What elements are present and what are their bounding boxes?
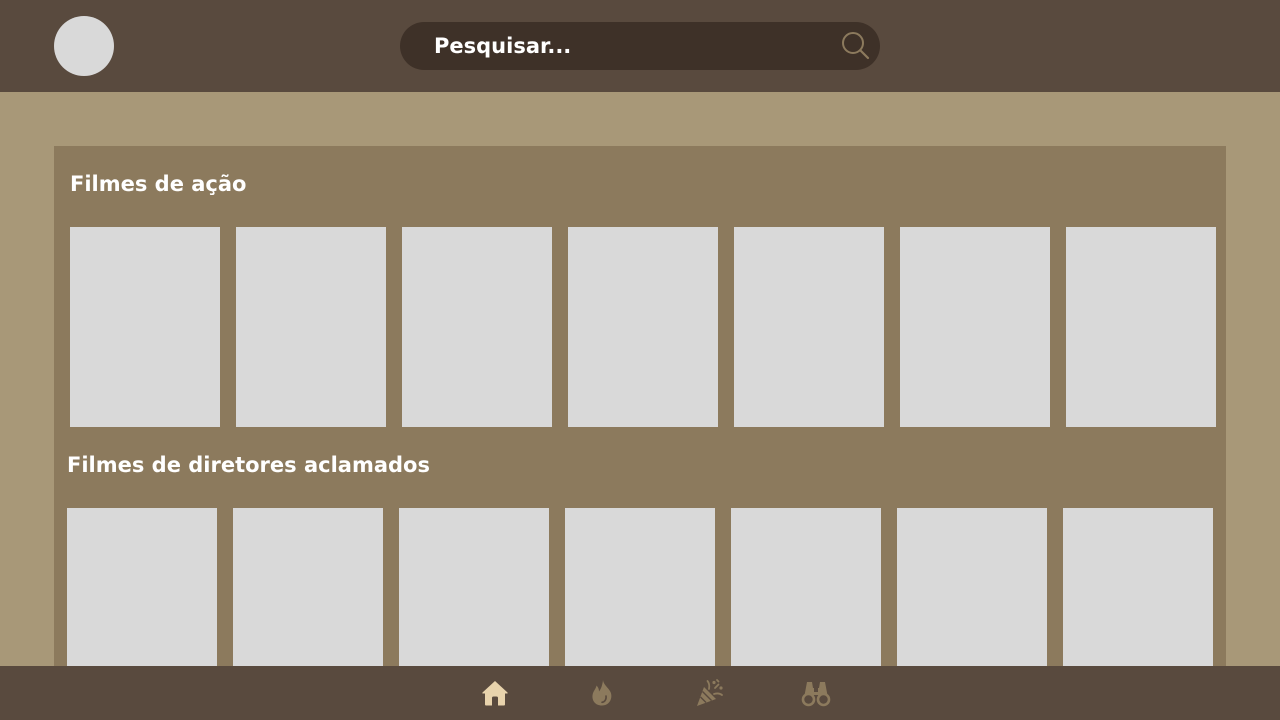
movie-card[interactable] bbox=[399, 508, 549, 666]
flame-icon[interactable] bbox=[587, 678, 617, 708]
movie-card[interactable] bbox=[236, 227, 386, 427]
movie-card[interactable] bbox=[565, 508, 715, 666]
search-input[interactable] bbox=[434, 28, 824, 64]
movie-card[interactable] bbox=[568, 227, 718, 427]
movie-card[interactable] bbox=[1063, 508, 1213, 666]
top-bar bbox=[0, 0, 1280, 92]
party-popper-icon[interactable] bbox=[695, 678, 725, 708]
movie-card[interactable] bbox=[897, 508, 1047, 666]
movie-card[interactable] bbox=[1066, 227, 1216, 427]
content-panel: Filmes de ação Filmes de diretores aclam… bbox=[54, 146, 1226, 666]
movie-card[interactable] bbox=[900, 227, 1050, 427]
section-title-directors: Filmes de diretores aclamados bbox=[67, 453, 430, 477]
movie-card[interactable] bbox=[734, 227, 884, 427]
movie-card[interactable] bbox=[402, 227, 552, 427]
avatar[interactable] bbox=[54, 16, 114, 76]
movie-card[interactable] bbox=[67, 508, 217, 666]
section-title-action: Filmes de ação bbox=[70, 172, 247, 196]
movie-card[interactable] bbox=[233, 508, 383, 666]
bottom-nav bbox=[0, 666, 1280, 720]
movie-row-directors bbox=[67, 508, 1213, 666]
movie-card[interactable] bbox=[70, 227, 220, 427]
binoculars-icon[interactable] bbox=[801, 678, 831, 708]
search-icon[interactable] bbox=[840, 30, 870, 60]
movie-row-action bbox=[70, 227, 1216, 427]
search-bar[interactable] bbox=[400, 22, 880, 70]
home-icon[interactable] bbox=[480, 678, 510, 708]
movie-card[interactable] bbox=[731, 508, 881, 666]
